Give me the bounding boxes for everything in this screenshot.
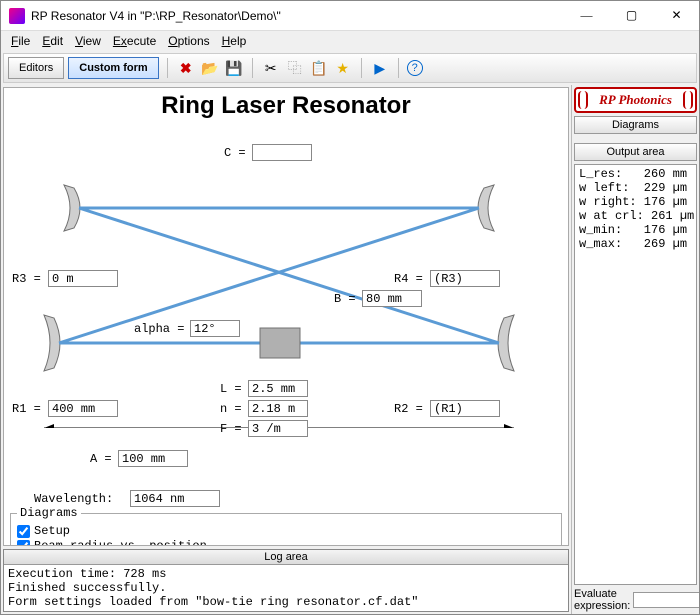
mirror-top-left: [64, 185, 80, 231]
input-b[interactable]: [362, 290, 422, 307]
label-b: B =: [334, 292, 356, 306]
form-title: Ring Laser Resonator: [4, 92, 568, 120]
eval-input[interactable]: [633, 592, 699, 608]
log-header: Log area: [4, 550, 568, 565]
minimize-button[interactable]: —: [564, 1, 609, 31]
eval-row: Evaluate expression:: [574, 588, 697, 612]
label-r1: R1 =: [12, 402, 41, 416]
close-button[interactable]: ✕: [654, 1, 699, 31]
input-r1[interactable]: [48, 400, 118, 417]
input-r4[interactable]: [430, 270, 500, 287]
open-icon[interactable]: 📂: [200, 58, 220, 78]
separator: [361, 58, 362, 78]
maximize-button[interactable]: ▢: [609, 1, 654, 31]
form-panel: Ring Laser Resonator: [3, 87, 569, 546]
input-wavelength[interactable]: [130, 490, 220, 507]
separator: [252, 58, 253, 78]
input-f[interactable]: [248, 420, 308, 437]
menubar: File Edit View Execute Options Help: [1, 31, 699, 51]
menu-edit[interactable]: Edit: [36, 32, 69, 50]
label-wavelength: Wavelength:: [34, 492, 113, 506]
eval-label: Evaluate expression:: [574, 588, 630, 612]
label-f: F =: [220, 422, 242, 436]
input-c[interactable]: [252, 144, 312, 161]
arrowhead-right: [504, 424, 514, 428]
mirror-bottom-left: [44, 315, 60, 371]
input-a[interactable]: [118, 450, 188, 467]
input-alpha[interactable]: [190, 320, 240, 337]
help-icon[interactable]: ?: [407, 60, 423, 76]
chk-setup[interactable]: Setup: [17, 524, 555, 538]
run-icon[interactable]: ▶: [370, 58, 390, 78]
input-l[interactable]: [248, 380, 308, 397]
menu-options[interactable]: Options: [162, 32, 215, 50]
diagrams-group: Diagrams Setup Beam radius vs. position …: [10, 506, 562, 546]
log-panel: Log area Execution time: 728 ms Finished…: [3, 549, 569, 612]
copy-icon[interactable]: ⿻: [285, 58, 305, 78]
titlebar: RP Resonator V4 in "P:\RP_Resonator\Demo…: [1, 1, 699, 31]
separator: [167, 58, 168, 78]
custom-form-button[interactable]: Custom form: [68, 57, 158, 79]
window-title: RP Resonator V4 in "P:\RP_Resonator\Demo…: [31, 9, 564, 23]
output-header: Output area: [574, 143, 697, 161]
main-panel: Ring Laser Resonator: [1, 85, 571, 614]
side-panel: RP Photonics Diagrams Output area L_res:…: [571, 85, 699, 614]
save-icon[interactable]: 💾: [224, 58, 244, 78]
app-icon: [9, 8, 25, 24]
diagrams-button[interactable]: Diagrams: [574, 116, 697, 134]
label-alpha: alpha =: [134, 322, 184, 336]
log-line: Execution time: 728 ms: [8, 567, 564, 581]
chk-beam-box[interactable]: [17, 540, 30, 547]
diagrams-legend: Diagrams: [17, 506, 81, 520]
menu-file[interactable]: File: [5, 32, 36, 50]
arrowhead-left: [44, 424, 54, 428]
label-r2: R2 =: [394, 402, 423, 416]
content: Ring Laser Resonator: [1, 85, 699, 614]
input-r3[interactable]: [48, 270, 118, 287]
chk-setup-box[interactable]: [17, 525, 30, 538]
toolbar: Editors Custom form ✖ 📂 💾 ✂ ⿻ 📋 ★ ▶ ?: [3, 53, 697, 83]
paste-icon[interactable]: 📋: [309, 58, 329, 78]
menu-help[interactable]: Help: [216, 32, 253, 50]
output-body[interactable]: L_res: 260 mm w left: 229 µm w right: 17…: [574, 164, 697, 585]
delete-icon[interactable]: ✖: [176, 58, 196, 78]
editors-button[interactable]: Editors: [8, 57, 64, 79]
log-line: Form settings loaded from "bow-tie ring …: [8, 595, 564, 609]
menu-execute[interactable]: Execute: [107, 32, 162, 50]
label-r4: R4 =: [394, 272, 423, 286]
mirror-bottom-right: [498, 315, 514, 371]
input-n[interactable]: [248, 400, 308, 417]
brand-banner: RP Photonics: [574, 87, 697, 113]
input-r2[interactable]: [430, 400, 500, 417]
label-l: L =: [220, 382, 242, 396]
label-r3: R3 =: [12, 272, 41, 286]
menu-view[interactable]: View: [69, 32, 107, 50]
log-body[interactable]: Execution time: 728 ms Finished successf…: [4, 565, 568, 611]
log-line: Finished successfully.: [8, 581, 564, 595]
favorite-icon[interactable]: ★: [333, 58, 353, 78]
mirror-top-right: [478, 185, 494, 231]
label-a: A =: [90, 452, 112, 466]
separator: [398, 58, 399, 78]
label-n: n =: [220, 402, 242, 416]
label-c: C =: [224, 146, 246, 160]
app-window: RP Resonator V4 in "P:\RP_Resonator\Demo…: [0, 0, 700, 615]
cut-icon[interactable]: ✂: [261, 58, 281, 78]
crystal: [260, 328, 300, 358]
chk-beam[interactable]: Beam radius vs. position: [17, 539, 555, 546]
